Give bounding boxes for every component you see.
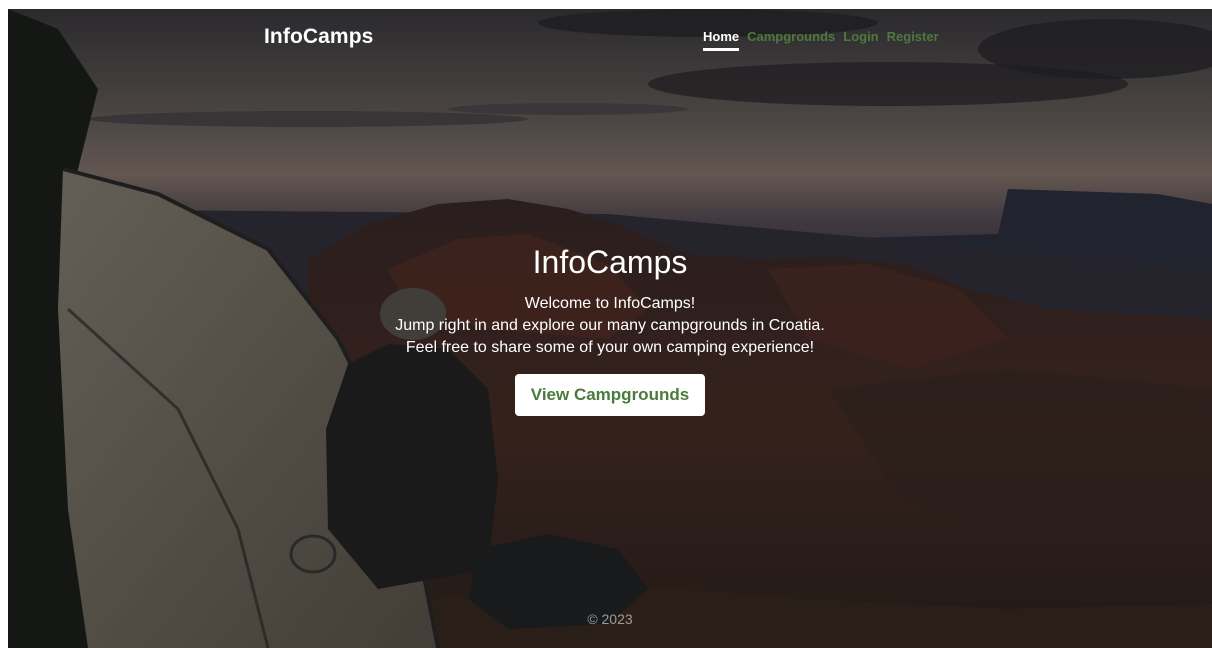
hero-section: InfoCamps Welcome to InfoCamps! Jump rig… xyxy=(8,243,1212,416)
nav-link-home[interactable]: Home xyxy=(703,29,740,51)
hero-welcome-text: Welcome to InfoCamps! xyxy=(524,295,696,312)
view-campgrounds-button[interactable]: View Campgrounds xyxy=(514,374,706,416)
navbar: InfoCamps Home Campgrounds Login Registe… xyxy=(8,9,1212,59)
brand-logo[interactable]: InfoCamps xyxy=(264,25,373,49)
nav-link-campgrounds[interactable]: Campgrounds xyxy=(747,29,835,51)
footer-copyright: © 2023 xyxy=(587,611,633,627)
hero-share-text: Feel free to share some of your own camp… xyxy=(405,339,815,356)
nav-links: Home Campgrounds Login Register xyxy=(703,29,939,51)
hero-title: InfoCamps xyxy=(532,244,688,280)
nav-link-register[interactable]: Register xyxy=(887,29,939,51)
hero-explore-text: Jump right in and explore our many campg… xyxy=(395,317,825,334)
page-frame: InfoCamps Home Campgrounds Login Registe… xyxy=(8,9,1212,648)
nav-link-login[interactable]: Login xyxy=(843,29,878,51)
